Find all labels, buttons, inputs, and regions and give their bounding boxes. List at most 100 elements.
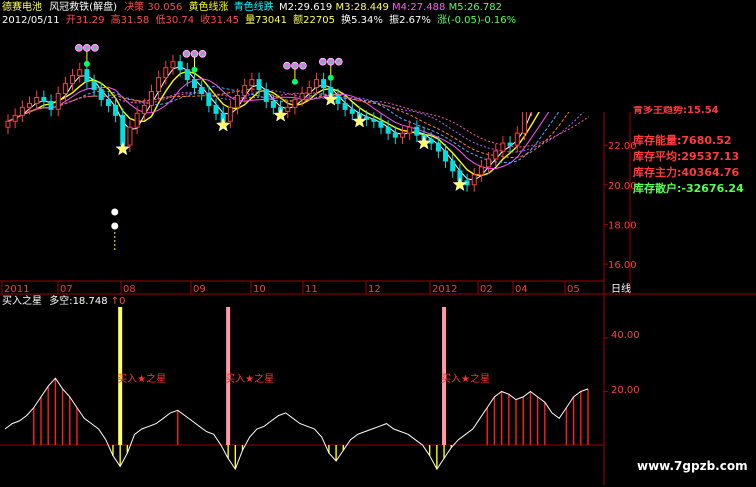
- inventory-retail: 库存散户:-32676.24: [633, 182, 744, 195]
- price-ytick-label-1: 18.00: [608, 220, 637, 231]
- quote-open: 开31.29: [65, 15, 105, 26]
- white-dot-1: [111, 222, 119, 230]
- candle-body-1: [12, 114, 18, 122]
- crown-base-2: [291, 78, 298, 85]
- candle-27: [199, 80, 205, 101]
- candle-body-10: [77, 69, 83, 77]
- candle-body-33: [242, 85, 248, 96]
- candle-body-3: [27, 102, 33, 108]
- decision-value: 30.056: [147, 2, 183, 13]
- candle-body-20: [148, 91, 154, 106]
- candle-body-56: [407, 126, 413, 134]
- candle-68: [493, 144, 499, 166]
- candle-body-57: [414, 126, 420, 136]
- x-axis-label-3: 09: [193, 284, 206, 295]
- candle-6: [48, 94, 54, 117]
- x-axis-label-2: 08: [123, 284, 136, 295]
- yellow-note: 黄色线涨: [188, 2, 229, 13]
- lower-ytick-40: 40.00: [611, 330, 640, 341]
- quote-volume: 量73041: [245, 15, 287, 26]
- candle-body-72: [521, 108, 527, 134]
- price-ytick-label-0: 16.00: [608, 260, 637, 271]
- candle-body-54: [392, 132, 398, 138]
- crown-base-3: [327, 74, 334, 81]
- candle-67: [486, 152, 492, 174]
- x-axis-label-4: 10: [253, 284, 266, 295]
- arrow-value: ↑0: [110, 296, 126, 307]
- indicator-title: 风冠救铁(解盘): [49, 2, 117, 13]
- candle-body-9: [70, 75, 76, 85]
- x-axis-label-8: 02: [480, 284, 493, 295]
- crown-center-1-2: [201, 52, 204, 56]
- watermark: www.7gpzb.com: [637, 459, 748, 473]
- header-row-2: 2012/05/11 开31.29 高31.58 低30.74 收31.45 量…: [2, 15, 516, 26]
- quote-date: 2012/05/11: [2, 15, 60, 26]
- candle-body-34: [249, 79, 255, 87]
- candle-62: [450, 154, 456, 178]
- x-axis-label-10: 05: [567, 284, 580, 295]
- inventory-energy: 库存能量:7680.52: [633, 134, 732, 147]
- period-label[interactable]: 日线: [611, 284, 631, 295]
- x-axis-label-5: 11: [305, 284, 318, 295]
- side-panel-partial: 青多主趋势:15.54: [633, 106, 719, 116]
- candle-54: [392, 126, 398, 145]
- crown-center-2-2: [301, 64, 305, 67]
- candle-13: [98, 82, 104, 107]
- buy-star-2: [273, 107, 288, 122]
- crown-center-3-2: [337, 60, 341, 64]
- candle-body-17: [127, 126, 133, 146]
- stock-name: 德赛电池: [2, 2, 42, 13]
- x-axis-label-9: 04: [515, 284, 528, 295]
- quote-turnover: 换5.34%: [341, 15, 383, 26]
- candle-body-44: [321, 79, 327, 89]
- quote-amplitude: 振2.67%: [389, 15, 431, 26]
- candle-body-40: [292, 98, 298, 108]
- decision-label: 决策: [124, 2, 145, 13]
- candle-47: [342, 96, 348, 117]
- candle-body-65: [471, 174, 477, 186]
- candle-body-41: [299, 92, 305, 100]
- candle-body-60: [435, 142, 441, 152]
- candle-43: [313, 72, 319, 95]
- crown-center-0-0: [77, 46, 81, 50]
- candle-body-39: [285, 106, 291, 112]
- x-axis-label-1: 07: [60, 284, 73, 295]
- signal-label-2: 买入★之星: [441, 374, 491, 385]
- candle-body-28: [206, 92, 212, 106]
- candle-4: [34, 90, 40, 111]
- candle-body-42: [306, 87, 312, 94]
- candle-56: [407, 120, 413, 141]
- crown-center-1-0: [185, 52, 188, 56]
- crown-center-3-1: [329, 60, 333, 64]
- long-short-value: 18.748: [72, 296, 108, 307]
- candle-body-15: [113, 104, 119, 116]
- candle-body-61: [443, 150, 449, 162]
- candle-body-8: [62, 83, 68, 94]
- buy-star-6: [452, 177, 468, 192]
- crown-group-3: [318, 57, 343, 81]
- candle-body-71: [514, 132, 520, 146]
- crown-base-1: [191, 66, 198, 73]
- black-cover-mid: [222, 225, 462, 280]
- candle-body-5: [41, 96, 47, 102]
- black-cover-topright: [428, 30, 756, 112]
- candle-body-70: [507, 142, 513, 146]
- candle-48: [349, 102, 355, 121]
- lower-panel-title: 买入之星: [2, 296, 42, 307]
- buy-star-1: [215, 117, 231, 132]
- candle-body-22: [163, 67, 169, 79]
- signal-label-1: 买入★之星: [225, 374, 275, 385]
- candle-body-11: [84, 69, 90, 83]
- candle-body-6: [48, 100, 54, 110]
- header-row-1: 德赛电池 风冠救铁(解盘) 决策 30.056 黄色线涨 青色线跌 M2:29.…: [2, 2, 502, 13]
- candle-body-55: [400, 132, 406, 138]
- candle-20: [148, 84, 154, 113]
- candle-66: [478, 159, 484, 182]
- inventory-main: 库存主力:40364.76: [633, 166, 740, 179]
- candle-36: [263, 82, 269, 109]
- lower-panel-title-row: 买入之星 多空:18.748 ↑0: [2, 296, 126, 307]
- candle-body-12: [91, 81, 97, 91]
- candle-body-66: [478, 166, 484, 176]
- candle-body-43: [313, 79, 319, 89]
- candle-body-19: [141, 104, 147, 114]
